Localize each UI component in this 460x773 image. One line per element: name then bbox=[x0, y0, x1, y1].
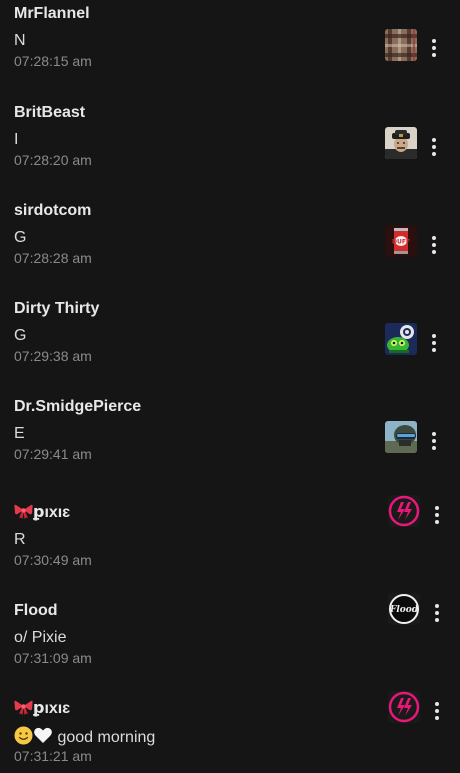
smiley-face-icon bbox=[14, 726, 33, 745]
flannel-avatar-icon[interactable] bbox=[385, 29, 417, 61]
ribbon-icon bbox=[14, 700, 33, 715]
message-username[interactable]: BritBeast bbox=[14, 103, 85, 123]
chat-message: ꝑıxıɛ good morning 07:31:21 am bbox=[0, 691, 460, 773]
flood-logo-avatar-icon[interactable]: Flood bbox=[388, 593, 420, 625]
svg-text:DUFF: DUFF bbox=[392, 239, 410, 246]
chat-message: sirdotcom G 07:28:28 am DUFF bbox=[0, 197, 460, 295]
message-username[interactable]: ꝑıxıɛ bbox=[14, 503, 70, 523]
message-username[interactable]: ꝑıxıɛ bbox=[14, 699, 70, 719]
more-vertical-icon[interactable] bbox=[429, 699, 445, 723]
message-username[interactable]: Flood bbox=[14, 601, 58, 621]
message-text: N bbox=[14, 32, 26, 49]
chat-message-list: MrFlannel N 07:28:15 am BritBeast I 07:2… bbox=[0, 0, 460, 773]
message-username[interactable]: sirdotcom bbox=[14, 201, 91, 221]
chat-message: BritBeast I 07:28:20 am bbox=[0, 99, 460, 197]
message-text: G bbox=[14, 229, 27, 246]
message-username-text: ꝑıxıɛ bbox=[33, 700, 71, 717]
ribbon-icon bbox=[14, 504, 33, 519]
message-timestamp: 07:29:41 am bbox=[14, 446, 92, 462]
soldier-helmet-avatar-icon[interactable] bbox=[385, 421, 417, 453]
message-timestamp: 07:31:21 am bbox=[14, 748, 92, 764]
message-text: G bbox=[14, 327, 27, 344]
chat-message: Dr.SmidgePierce E 07:29:41 am bbox=[0, 393, 460, 491]
chat-message: Flood o/ Pixie 07:31:09 am Flood bbox=[0, 593, 460, 695]
message-text-content: good morning bbox=[57, 729, 156, 746]
message-timestamp: 07:31:09 am bbox=[14, 650, 92, 666]
chat-message: ꝑıxıɛ R 07:30:49 am bbox=[0, 495, 460, 597]
message-text: good morning bbox=[14, 726, 155, 748]
message-timestamp: 07:28:20 am bbox=[14, 152, 92, 168]
message-username[interactable]: MrFlannel bbox=[14, 4, 90, 24]
more-vertical-icon[interactable] bbox=[426, 429, 442, 453]
message-text: R bbox=[14, 531, 26, 548]
green-creature-avatar-icon[interactable] bbox=[385, 323, 417, 355]
message-timestamp: 07:28:28 am bbox=[14, 250, 92, 266]
officer-portrait-avatar-icon[interactable] bbox=[385, 127, 417, 159]
duff-can-avatar-icon[interactable]: DUFF bbox=[385, 225, 417, 257]
message-username[interactable]: Dr.SmidgePierce bbox=[14, 397, 141, 417]
message-text: o/ Pixie bbox=[14, 629, 67, 646]
chat-message: MrFlannel N 07:28:15 am bbox=[0, 0, 460, 98]
pink-lightning-avatar-icon[interactable] bbox=[388, 691, 420, 723]
more-vertical-icon[interactable] bbox=[429, 601, 445, 625]
chat-message: Dirty Thirty G 07:29:38 am bbox=[0, 295, 460, 393]
message-username[interactable]: Dirty Thirty bbox=[14, 299, 99, 319]
more-vertical-icon[interactable] bbox=[429, 503, 445, 527]
message-text: E bbox=[14, 425, 25, 442]
message-text: I bbox=[14, 131, 19, 148]
more-vertical-icon[interactable] bbox=[426, 331, 442, 355]
svg-text:Flood: Flood bbox=[389, 605, 419, 615]
more-vertical-icon[interactable] bbox=[426, 36, 442, 60]
more-vertical-icon[interactable] bbox=[426, 135, 442, 159]
pink-lightning-avatar-icon[interactable] bbox=[388, 495, 420, 527]
message-username-text: ꝑıxıɛ bbox=[33, 504, 71, 521]
message-timestamp: 07:28:15 am bbox=[14, 53, 92, 69]
message-timestamp: 07:29:38 am bbox=[14, 348, 92, 364]
white-heart-icon bbox=[34, 727, 52, 743]
message-timestamp: 07:30:49 am bbox=[14, 552, 92, 568]
more-vertical-icon[interactable] bbox=[426, 233, 442, 257]
